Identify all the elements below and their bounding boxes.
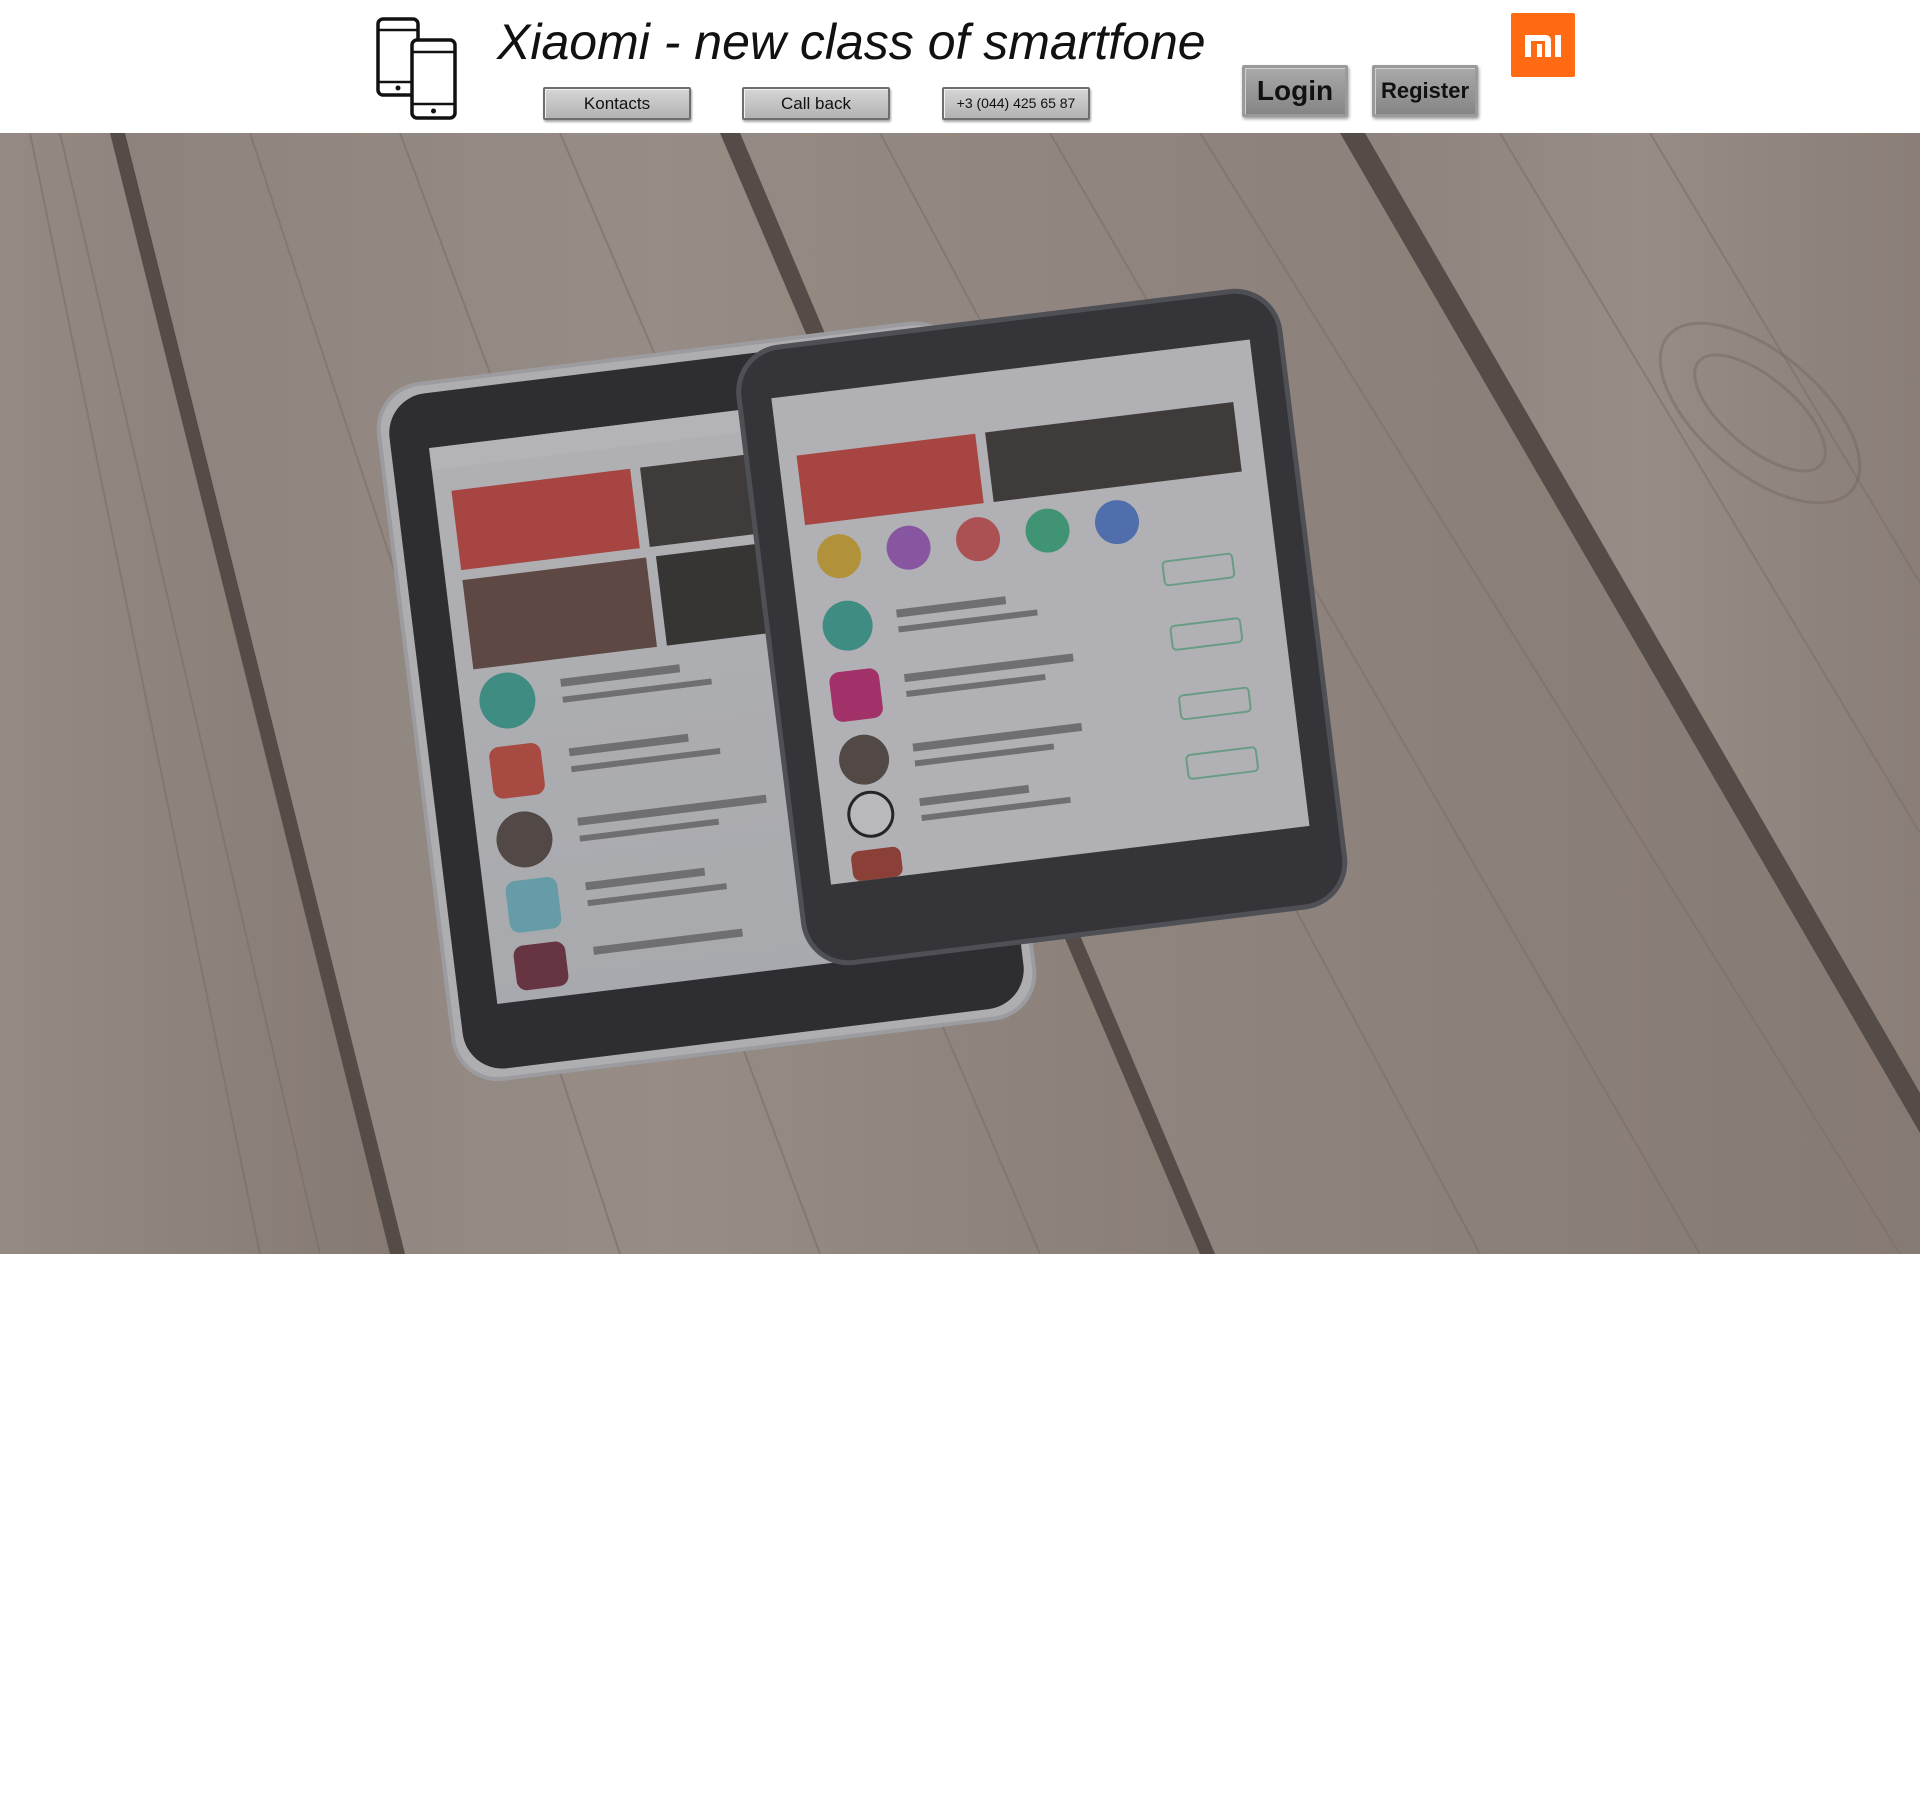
phones-icon: [376, 17, 457, 120]
mi-logo-icon[interactable]: [1511, 13, 1575, 77]
register-button[interactable]: Register: [1372, 65, 1478, 117]
hero-photo: [0, 133, 1920, 1254]
kontacts-button[interactable]: Kontacts: [543, 87, 691, 120]
call-back-button[interactable]: Call back: [742, 87, 890, 120]
phone-number-button[interactable]: +3 (044) 425 65 87: [942, 87, 1090, 120]
login-button[interactable]: Login: [1242, 65, 1348, 117]
site-title: Xiaomi - new class of smartfone: [497, 14, 1206, 70]
site-header: Xiaomi - new class of smartfone Kontacts…: [0, 0, 1920, 133]
hero-image: [0, 133, 1920, 1254]
